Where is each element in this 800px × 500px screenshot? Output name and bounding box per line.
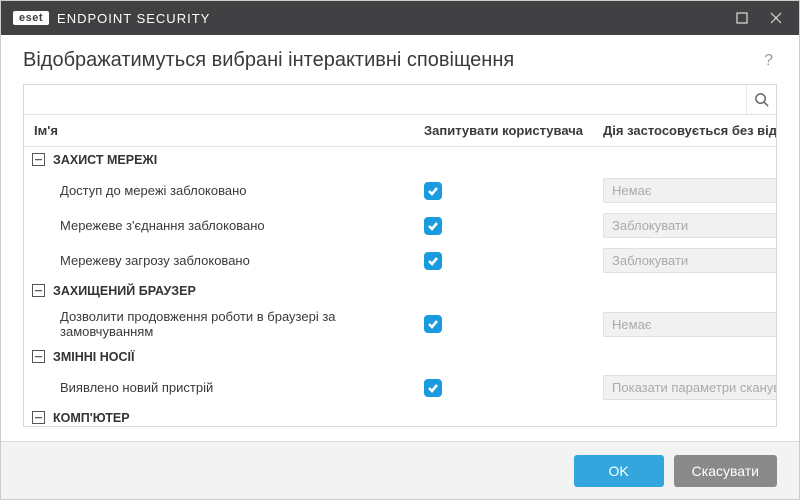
- table-row: Доступ до мережі заблоковано Немає: [24, 173, 776, 208]
- header: Відображатимуться вибрані інтерактивні с…: [1, 35, 799, 84]
- table-scroll[interactable]: Ім'я Запитувати користувача Дія застосов…: [24, 115, 776, 426]
- col-header-action[interactable]: Дія застосовується без відображення: [593, 115, 776, 147]
- group-label: ЗМІННІ НОСІЇ: [53, 350, 134, 364]
- check-icon: [427, 220, 439, 232]
- group-row[interactable]: ЗМІННІ НОСІЇ: [24, 344, 776, 370]
- collapse-icon[interactable]: [32, 350, 45, 363]
- item-name: Доступ до мережі заблоковано: [24, 173, 414, 208]
- ask-user-checkbox[interactable]: [424, 217, 442, 235]
- item-action-cell: Заблокувати: [593, 208, 776, 243]
- help-icon: ?: [764, 52, 773, 69]
- check-icon: [427, 318, 439, 330]
- collapse-icon[interactable]: [32, 411, 45, 424]
- window-close-button[interactable]: [759, 1, 793, 35]
- group-label: КОМП'ЮТЕР: [53, 411, 130, 425]
- group-label: ЗАХИСТ МЕРЕЖІ: [53, 153, 157, 167]
- dialog-footer: OK Скасувати: [1, 441, 799, 499]
- item-name: Виявлено новий пристрій: [24, 370, 414, 405]
- action-dropdown[interactable]: Заблокувати: [603, 248, 776, 273]
- table-header-row: Ім'я Запитувати користувача Дія застосов…: [24, 115, 776, 147]
- item-name: Мережеву загрозу заблоковано: [24, 243, 414, 278]
- brand-logo: eset: [13, 11, 49, 25]
- item-action-cell: Заблокувати: [593, 243, 776, 278]
- group-row[interactable]: ЗАХИЩЕНИЙ БРАУЗЕР: [24, 278, 776, 304]
- table-row: Виявлено новий пристрій Показати параметр…: [24, 370, 776, 405]
- cancel-button[interactable]: Скасувати: [674, 455, 777, 487]
- product-name: ENDPOINT SECURITY: [57, 11, 210, 26]
- help-button[interactable]: ?: [760, 52, 777, 70]
- ok-button[interactable]: OK: [574, 455, 664, 487]
- action-dropdown[interactable]: Показати параметри сканування: [603, 375, 776, 400]
- check-icon: [427, 185, 439, 197]
- item-action-cell: Немає: [593, 173, 776, 208]
- item-ask-cell: [414, 173, 593, 208]
- collapse-icon[interactable]: [32, 153, 45, 166]
- search-input[interactable]: [24, 85, 746, 114]
- page-title: Відображатимуться вибрані інтерактивні с…: [23, 49, 760, 72]
- ask-user-checkbox[interactable]: [424, 182, 442, 200]
- table-row: Дозволити продовження роботи в браузері …: [24, 304, 776, 344]
- ask-user-checkbox[interactable]: [424, 315, 442, 333]
- search-button[interactable]: [746, 85, 776, 114]
- item-name: Дозволити продовження роботи в браузері …: [24, 304, 414, 344]
- search-row: [24, 85, 776, 115]
- close-icon: [770, 12, 782, 24]
- col-header-name[interactable]: Ім'я: [24, 115, 414, 147]
- table-row: Мережеву загрозу заблоковано Заблокувати: [24, 243, 776, 278]
- table-row: Мережеве з'єднання заблоковано Заблокуват…: [24, 208, 776, 243]
- action-dropdown[interactable]: Заблокувати: [603, 213, 776, 238]
- notifications-table: Ім'я Запитувати користувача Дія застосов…: [24, 115, 776, 426]
- settings-panel: Ім'я Запитувати користувача Дія застосов…: [23, 84, 777, 427]
- check-icon: [427, 382, 439, 394]
- action-dropdown[interactable]: Немає: [603, 312, 776, 337]
- item-ask-cell: [414, 370, 593, 405]
- minimize-icon: [736, 12, 748, 24]
- collapse-icon[interactable]: [32, 284, 45, 297]
- item-name: Мережеве з'єднання заблоковано: [24, 208, 414, 243]
- group-label: ЗАХИЩЕНИЙ БРАУЗЕР: [53, 284, 196, 298]
- window-minimize-button[interactable]: [725, 1, 759, 35]
- item-ask-cell: [414, 208, 593, 243]
- titlebar: eset ENDPOINT SECURITY: [1, 1, 799, 35]
- group-row[interactable]: КОМП'ЮТЕР: [24, 405, 776, 426]
- check-icon: [427, 255, 439, 267]
- group-row[interactable]: ЗАХИСТ МЕРЕЖІ: [24, 147, 776, 174]
- item-ask-cell: [414, 304, 593, 344]
- col-header-ask[interactable]: Запитувати користувача: [414, 115, 593, 147]
- item-ask-cell: [414, 243, 593, 278]
- ask-user-checkbox[interactable]: [424, 379, 442, 397]
- ask-user-checkbox[interactable]: [424, 252, 442, 270]
- item-action-cell: Показати параметри сканування: [593, 370, 776, 405]
- action-dropdown[interactable]: Немає: [603, 178, 776, 203]
- item-action-cell: Немає: [593, 304, 776, 344]
- search-icon: [754, 92, 769, 107]
